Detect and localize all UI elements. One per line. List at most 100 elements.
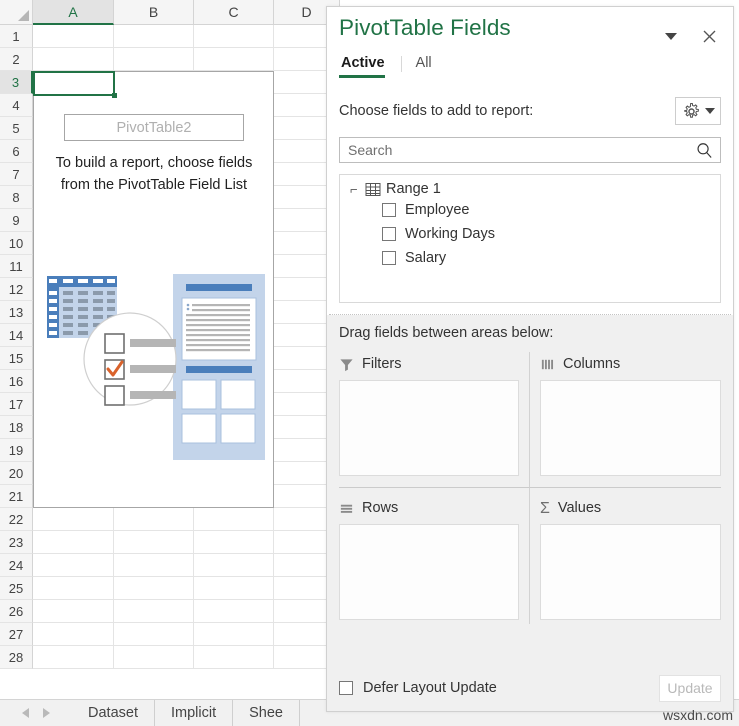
row-header-1[interactable]: 1 <box>0 25 33 48</box>
field-source-row[interactable]: ⌐ Range 1 <box>340 180 720 198</box>
triangle-left-icon[interactable] <box>22 708 29 718</box>
field-checkbox-salary[interactable] <box>382 251 396 265</box>
area-columns-dropzone[interactable] <box>540 380 721 476</box>
search-box[interactable] <box>339 137 721 163</box>
cell-A28[interactable] <box>33 646 114 669</box>
cell-C27[interactable] <box>194 623 274 646</box>
row-header-27[interactable]: 27 <box>0 623 33 646</box>
field-list-tools-button[interactable] <box>675 97 721 125</box>
triangle-right-icon[interactable] <box>43 708 50 718</box>
pivottable-hint-line2: from the PivotTable Field List <box>36 174 272 196</box>
row-header-16[interactable]: 16 <box>0 370 33 393</box>
row-header-3[interactable]: 3 <box>0 71 33 94</box>
rows-icon <box>339 501 354 516</box>
cell-B22[interactable] <box>114 508 194 531</box>
row-header-2[interactable]: 2 <box>0 48 33 71</box>
cell-B2[interactable] <box>114 48 194 71</box>
selected-cell-a3[interactable] <box>33 71 115 96</box>
collapse-toggle-icon[interactable]: ⌐ <box>350 183 360 196</box>
cell-B23[interactable] <box>114 531 194 554</box>
field-checkbox-working-days[interactable] <box>382 227 396 241</box>
row-header-10[interactable]: 10 <box>0 232 33 255</box>
cell-C22[interactable] <box>194 508 274 531</box>
row-header-5[interactable]: 5 <box>0 117 33 140</box>
tab-all[interactable]: All <box>414 55 446 78</box>
cell-B28[interactable] <box>114 646 194 669</box>
row-header-8[interactable]: 8 <box>0 186 33 209</box>
cell-A25[interactable] <box>33 577 114 600</box>
search-input[interactable] <box>346 141 695 159</box>
sheet-tab-dataset[interactable]: Dataset <box>72 700 155 726</box>
row-header-11[interactable]: 11 <box>0 255 33 278</box>
row-header-26[interactable]: 26 <box>0 600 33 623</box>
column-header-c[interactable]: C <box>194 0 274 25</box>
cell-B1[interactable] <box>114 25 194 48</box>
row-header-25[interactable]: 25 <box>0 577 33 600</box>
area-rows[interactable]: Rows <box>339 488 530 624</box>
panel-options-caret[interactable] <box>657 23 685 49</box>
row-header-17[interactable]: 17 <box>0 393 33 416</box>
panel-tabs: Active All <box>327 55 733 87</box>
row-header-13[interactable]: 13 <box>0 301 33 324</box>
cell-B25[interactable] <box>114 577 194 600</box>
row-header-23[interactable]: 23 <box>0 531 33 554</box>
fill-handle[interactable] <box>112 93 117 98</box>
defer-layout-update-option[interactable]: Defer Layout Update <box>339 680 497 696</box>
row-header-15[interactable]: 15 <box>0 347 33 370</box>
area-rows-dropzone[interactable] <box>339 524 519 620</box>
cell-C23[interactable] <box>194 531 274 554</box>
cell-C26[interactable] <box>194 600 274 623</box>
row-header-18[interactable]: 18 <box>0 416 33 439</box>
cell-A23[interactable] <box>33 531 114 554</box>
panel-close-button[interactable] <box>695 23 723 49</box>
cell-A22[interactable] <box>33 508 114 531</box>
cell-C2[interactable] <box>194 48 274 71</box>
area-values-dropzone[interactable] <box>540 524 721 620</box>
cell-A27[interactable] <box>33 623 114 646</box>
cell-B24[interactable] <box>114 554 194 577</box>
cell-B27[interactable] <box>114 623 194 646</box>
row-header-21[interactable]: 21 <box>0 485 33 508</box>
cell-C1[interactable] <box>194 25 274 48</box>
row-header-14[interactable]: 14 <box>0 324 33 347</box>
sheet-tab-implicit[interactable]: Implicit <box>155 700 233 726</box>
cell-A24[interactable] <box>33 554 114 577</box>
field-list[interactable]: ⌐ Range 1 EmployeeWorking DaysSalary <box>339 174 721 303</box>
search-icon[interactable] <box>695 141 714 160</box>
cell-C24[interactable] <box>194 554 274 577</box>
field-row-salary[interactable]: Salary <box>340 246 720 270</box>
field-row-working-days[interactable]: Working Days <box>340 222 720 246</box>
select-all-corner[interactable] <box>0 0 33 25</box>
row-header-20[interactable]: 20 <box>0 462 33 485</box>
row-header-9[interactable]: 9 <box>0 209 33 232</box>
cell-C28[interactable] <box>194 646 274 669</box>
row-header-6[interactable]: 6 <box>0 140 33 163</box>
field-checkbox-employee[interactable] <box>382 203 396 217</box>
cell-A1[interactable] <box>33 25 114 48</box>
sheet-tab-shee[interactable]: Shee <box>233 700 300 726</box>
area-values[interactable]: Σ Values <box>530 488 721 624</box>
defer-layout-update-checkbox[interactable] <box>339 681 353 695</box>
cell-A26[interactable] <box>33 600 114 623</box>
area-filters[interactable]: Filters <box>339 352 530 488</box>
column-header-a[interactable]: A <box>33 0 114 25</box>
cell-C25[interactable] <box>194 577 274 600</box>
area-filters-header: Filters <box>339 352 519 376</box>
sheet-nav-arrows[interactable] <box>22 708 50 718</box>
row-header-22[interactable]: 22 <box>0 508 33 531</box>
row-header-24[interactable]: 24 <box>0 554 33 577</box>
row-header-19[interactable]: 19 <box>0 439 33 462</box>
tab-active[interactable]: Active <box>339 55 399 78</box>
row-header-12[interactable]: 12 <box>0 278 33 301</box>
field-row-employee[interactable]: Employee <box>340 198 720 222</box>
column-header-b[interactable]: B <box>114 0 194 25</box>
cell-B26[interactable] <box>114 600 194 623</box>
table-icon <box>365 182 381 197</box>
update-button[interactable]: Update <box>659 675 721 702</box>
area-columns[interactable]: Columns <box>530 352 721 488</box>
row-header-4[interactable]: 4 <box>0 94 33 117</box>
cell-A2[interactable] <box>33 48 114 71</box>
row-header-28[interactable]: 28 <box>0 646 33 669</box>
row-header-7[interactable]: 7 <box>0 163 33 186</box>
area-filters-dropzone[interactable] <box>339 380 519 476</box>
